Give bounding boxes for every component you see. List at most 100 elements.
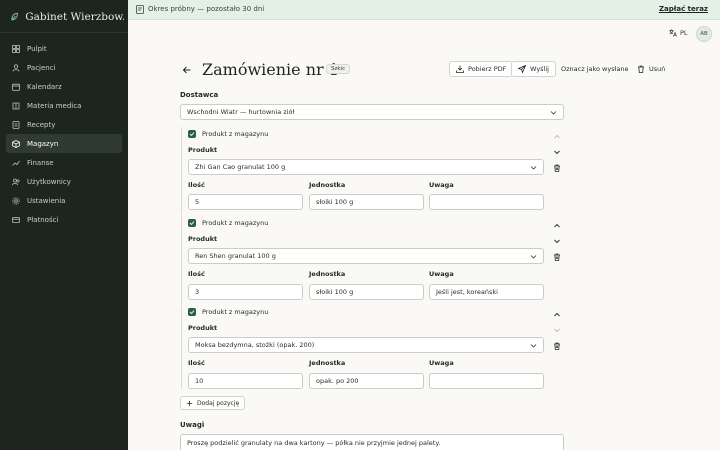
pay-now-link[interactable]: Zapłać teraz bbox=[659, 5, 708, 13]
plus-icon bbox=[186, 400, 193, 406]
download-pdf-button[interactable]: Pobierz PDF bbox=[449, 61, 514, 77]
product-select[interactable]: Moksa bezdymna, stożki (opak. 200) bbox=[188, 337, 544, 353]
product-select[interactable]: Zhi Gan Cao granulat 100 g bbox=[188, 159, 544, 175]
move-down-icon[interactable] bbox=[553, 326, 561, 334]
users-icon bbox=[12, 178, 20, 185]
notes-label: Uwagi bbox=[180, 421, 205, 429]
note-input[interactable]: Jeśli jest, koreański bbox=[429, 284, 544, 300]
supplier-select[interactable]: Wschodni Wiatr — hurtownia ziół bbox=[180, 104, 564, 120]
calendar-icon bbox=[12, 83, 20, 91]
note-input[interactable] bbox=[429, 373, 544, 389]
check-icon bbox=[189, 310, 195, 315]
check-icon bbox=[189, 221, 195, 226]
qty-input[interactable]: 10 bbox=[188, 373, 303, 389]
from-stock-label: Produkt z magazynu bbox=[202, 308, 269, 316]
supplier-label: Dostawca bbox=[180, 91, 219, 99]
add-position-label: Dodaj pozycję bbox=[197, 399, 240, 407]
trash-icon bbox=[638, 65, 644, 73]
product-select[interactable]: Ren Shen granulat 100 g bbox=[188, 248, 544, 264]
move-up-icon[interactable] bbox=[553, 311, 561, 319]
move-down-icon[interactable] bbox=[553, 237, 561, 245]
sidebar-item-magazyn[interactable]: Magazyn bbox=[6, 134, 122, 153]
sidebar-item-pacjenci[interactable]: Pacjenci bbox=[6, 58, 122, 77]
sidebar-item-finanse[interactable]: Finanse bbox=[6, 153, 122, 172]
sidebar-item-label: Użytkownicy bbox=[27, 177, 71, 186]
prescription-icon bbox=[12, 120, 20, 129]
mark-sent-button[interactable]: Oznacz jako wysłane bbox=[554, 61, 636, 77]
sidebar-item-recepty[interactable]: Recepty bbox=[6, 115, 122, 134]
from-stock-label: Produkt z magazynu bbox=[202, 219, 269, 227]
trial-banner: Okres próbny — pozostało 30 dni Zapłać t… bbox=[128, 0, 720, 20]
translate-icon bbox=[669, 29, 677, 37]
product-label: Produkt bbox=[188, 146, 218, 154]
back-arrow-icon[interactable] bbox=[182, 65, 192, 75]
unit-label: Jednostka bbox=[309, 359, 346, 367]
from-stock-checkbox[interactable] bbox=[188, 130, 196, 138]
add-position-button[interactable]: Dodaj pozycję bbox=[180, 396, 246, 410]
delete-order-button[interactable]: Usuń bbox=[630, 61, 672, 77]
brand[interactable]: Gabinet Wierzbow... bbox=[10, 9, 124, 25]
send-icon bbox=[518, 65, 526, 73]
unit-input[interactable]: słoiki 100 g bbox=[309, 284, 424, 300]
product-label: Produkt bbox=[188, 324, 218, 332]
from-stock-label: Produkt z magazynu bbox=[202, 130, 269, 138]
chevron-down-icon bbox=[550, 111, 557, 115]
remove-position-icon[interactable] bbox=[553, 164, 561, 172]
sidebar-item-label: Ustawienia bbox=[27, 196, 66, 205]
qty-input[interactable]: 5 bbox=[188, 194, 303, 210]
avatar[interactable]: AB bbox=[696, 26, 712, 42]
sidebar-item-kalendarz[interactable]: Kalendarz bbox=[6, 77, 122, 96]
sidebar: Gabinet Wierzbow... Pulpit Pacjenci Kale… bbox=[0, 0, 128, 450]
position-divider bbox=[181, 127, 182, 215]
leaf-logo-icon bbox=[11, 12, 18, 21]
download-icon bbox=[456, 65, 464, 73]
sidebar-item-pulpit[interactable]: Pulpit bbox=[6, 39, 122, 58]
chevron-down-icon bbox=[530, 166, 537, 170]
sidebar-item-ustawienia[interactable]: Ustawienia bbox=[6, 191, 122, 210]
qty-label: Ilość bbox=[188, 270, 205, 278]
download-pdf-label: Pobierz PDF bbox=[468, 65, 507, 73]
sidebar-item-label: Pacjenci bbox=[27, 63, 56, 72]
move-up-icon[interactable] bbox=[553, 222, 561, 230]
delete-label: Usuń bbox=[649, 65, 666, 73]
remove-position-icon[interactable] bbox=[553, 342, 561, 350]
sidebar-divider bbox=[0, 32, 128, 33]
send-button[interactable]: Wyślij bbox=[511, 61, 556, 77]
qty-label: Ilość bbox=[188, 181, 205, 189]
sidebar-nav: Pulpit Pacjenci Kalendarz Materia medica… bbox=[6, 39, 122, 229]
sidebar-item-materia-medica[interactable]: Materia medica bbox=[6, 96, 122, 115]
qty-input[interactable]: 3 bbox=[188, 284, 303, 300]
sidebar-item-label: Recepty bbox=[27, 120, 56, 129]
unit-input[interactable]: słoiki 100 g bbox=[309, 194, 424, 210]
sidebar-item-platnosci[interactable]: Płatności bbox=[6, 210, 122, 229]
notes-textarea[interactable]: Proszę podzielić granulaty na dwa karton… bbox=[180, 434, 564, 450]
from-stock-checkbox[interactable] bbox=[188, 219, 196, 227]
move-up-icon[interactable] bbox=[553, 133, 561, 141]
language-switcher[interactable]: PL bbox=[669, 29, 688, 37]
position-divider bbox=[181, 216, 182, 304]
sidebar-item-label: Pulpit bbox=[27, 44, 47, 53]
sidebar-item-label: Magazyn bbox=[27, 139, 59, 148]
unit-label: Jednostka bbox=[309, 270, 346, 278]
sidebar-item-uzytkownicy[interactable]: Użytkownicy bbox=[6, 172, 122, 191]
unit-input[interactable]: opak. po 200 bbox=[309, 373, 424, 389]
status-badge: Szkic bbox=[326, 64, 351, 74]
document-icon bbox=[136, 5, 144, 14]
chevron-down-icon bbox=[530, 255, 537, 259]
from-stock-checkbox[interactable] bbox=[188, 308, 196, 316]
sidebar-item-label: Płatności bbox=[27, 215, 59, 224]
chevron-down-icon bbox=[530, 344, 537, 348]
remove-position-icon[interactable] bbox=[553, 253, 561, 261]
product-label: Produkt bbox=[188, 235, 218, 243]
unit-label: Jednostka bbox=[309, 181, 346, 189]
dashboard-icon bbox=[12, 44, 20, 53]
book-icon bbox=[12, 102, 20, 109]
page-title: Zamówienie nr 1 bbox=[202, 60, 339, 79]
move-down-icon[interactable] bbox=[553, 148, 561, 156]
note-input[interactable] bbox=[429, 194, 544, 210]
product-value: Ren Shen granulat 100 g bbox=[195, 252, 276, 260]
check-icon bbox=[189, 132, 195, 137]
product-value: Moksa bezdymna, stożki (opak. 200) bbox=[195, 341, 315, 349]
note-label: Uwaga bbox=[429, 270, 454, 278]
note-label: Uwaga bbox=[429, 359, 454, 367]
